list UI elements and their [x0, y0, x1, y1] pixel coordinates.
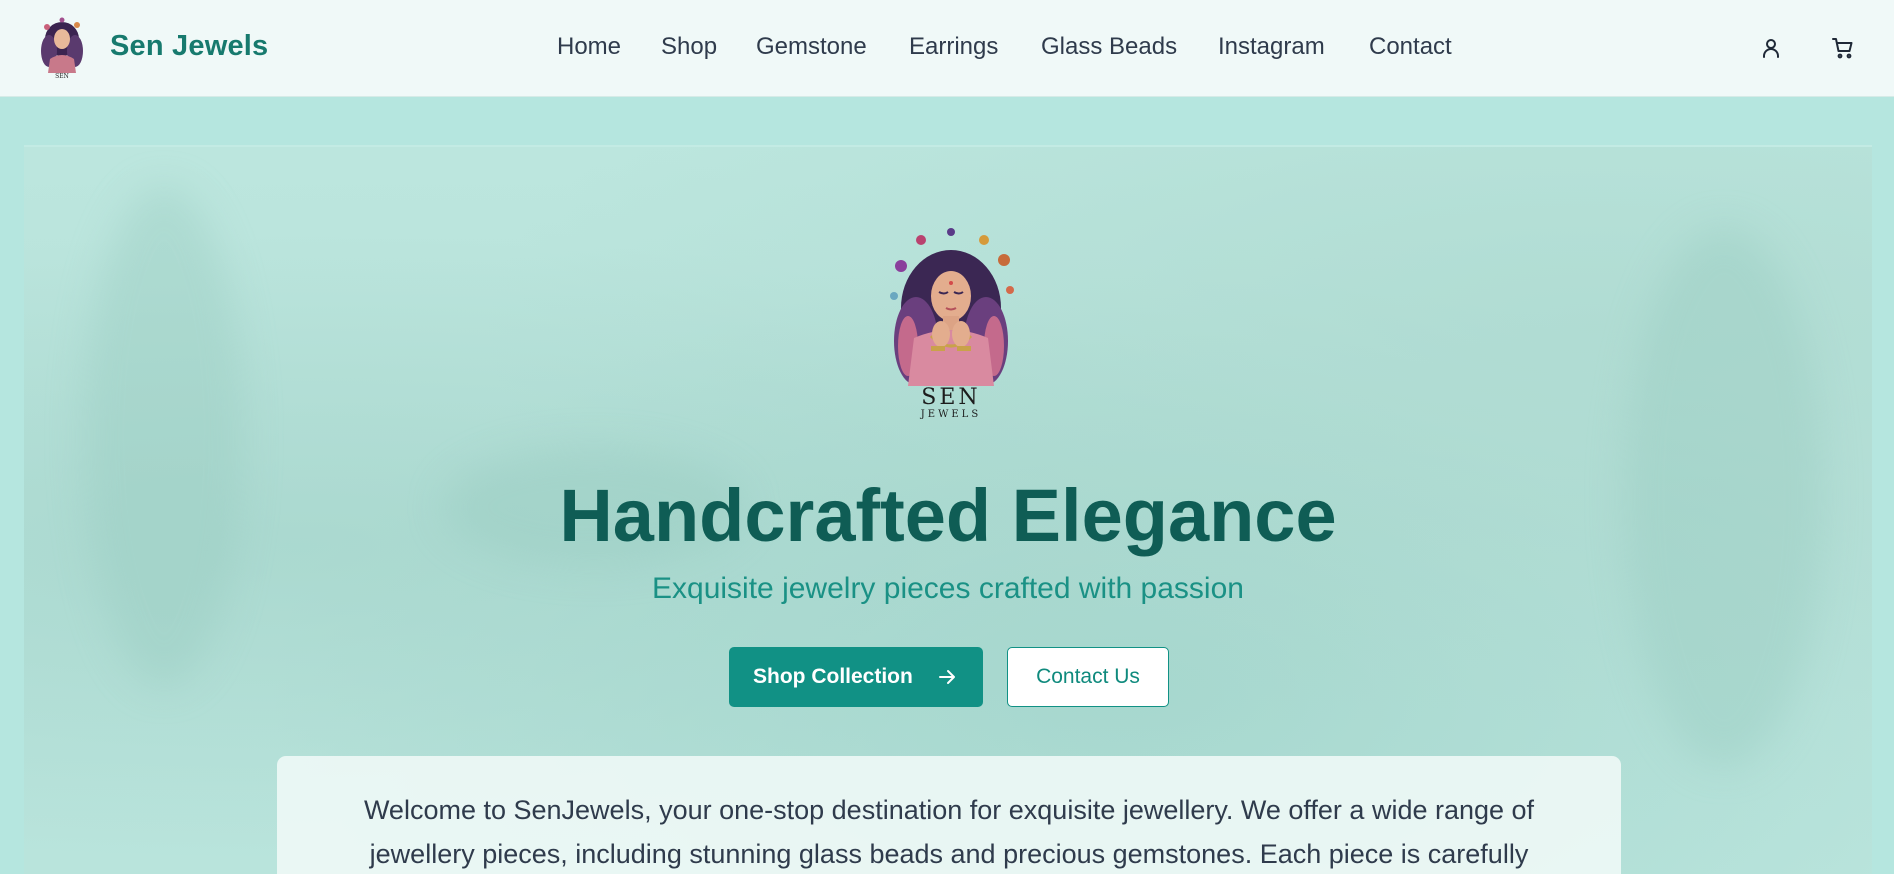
main-nav: Home Shop Gemstone Earrings Glass Beads …	[0, 33, 1894, 65]
shop-collection-button[interactable]: Shop Collection	[729, 647, 983, 707]
arrow-right-icon	[939, 670, 955, 684]
nav-earrings[interactable]: Earrings	[909, 33, 998, 61]
nav-instagram[interactable]: Instagram	[1218, 33, 1325, 61]
cart-icon[interactable]	[1831, 36, 1855, 60]
shop-collection-label: Shop Collection	[753, 665, 913, 688]
nav-glass-beads[interactable]: Glass Beads	[1041, 33, 1177, 61]
site-header: SEN Sen Jewels Home Shop Gemstone Earrin…	[0, 0, 1894, 97]
svg-text:SEN: SEN	[55, 73, 69, 80]
hero-subtitle: Exquisite jewelry pieces crafted with pa…	[652, 572, 1244, 605]
welcome-text: Welcome to SenJewels, your one-stop dest…	[363, 795, 1535, 869]
hero-logo-subtext: JEWELS	[920, 409, 981, 420]
user-icon[interactable]	[1759, 36, 1783, 60]
hero-logo-icon: SEN JEWELS	[890, 228, 1014, 420]
hero-section: SEN JEWELS Handcrafted Elegance Exquisit…	[24, 145, 1872, 874]
nav-gemstone[interactable]: Gemstone	[756, 33, 867, 61]
nav-shop[interactable]: Shop	[661, 33, 717, 61]
hero-title: Handcrafted Elegance	[559, 474, 1337, 557]
nav-contact[interactable]: Contact	[1369, 33, 1452, 61]
contact-us-button[interactable]: Contact Us	[1007, 647, 1169, 707]
hero-bg-texture	[84, 187, 244, 687]
hero-logo-text: SEN	[921, 385, 980, 410]
welcome-card: Welcome to SenJewels, your one-stop dest…	[277, 756, 1621, 874]
nav-home[interactable]: Home	[557, 33, 621, 61]
